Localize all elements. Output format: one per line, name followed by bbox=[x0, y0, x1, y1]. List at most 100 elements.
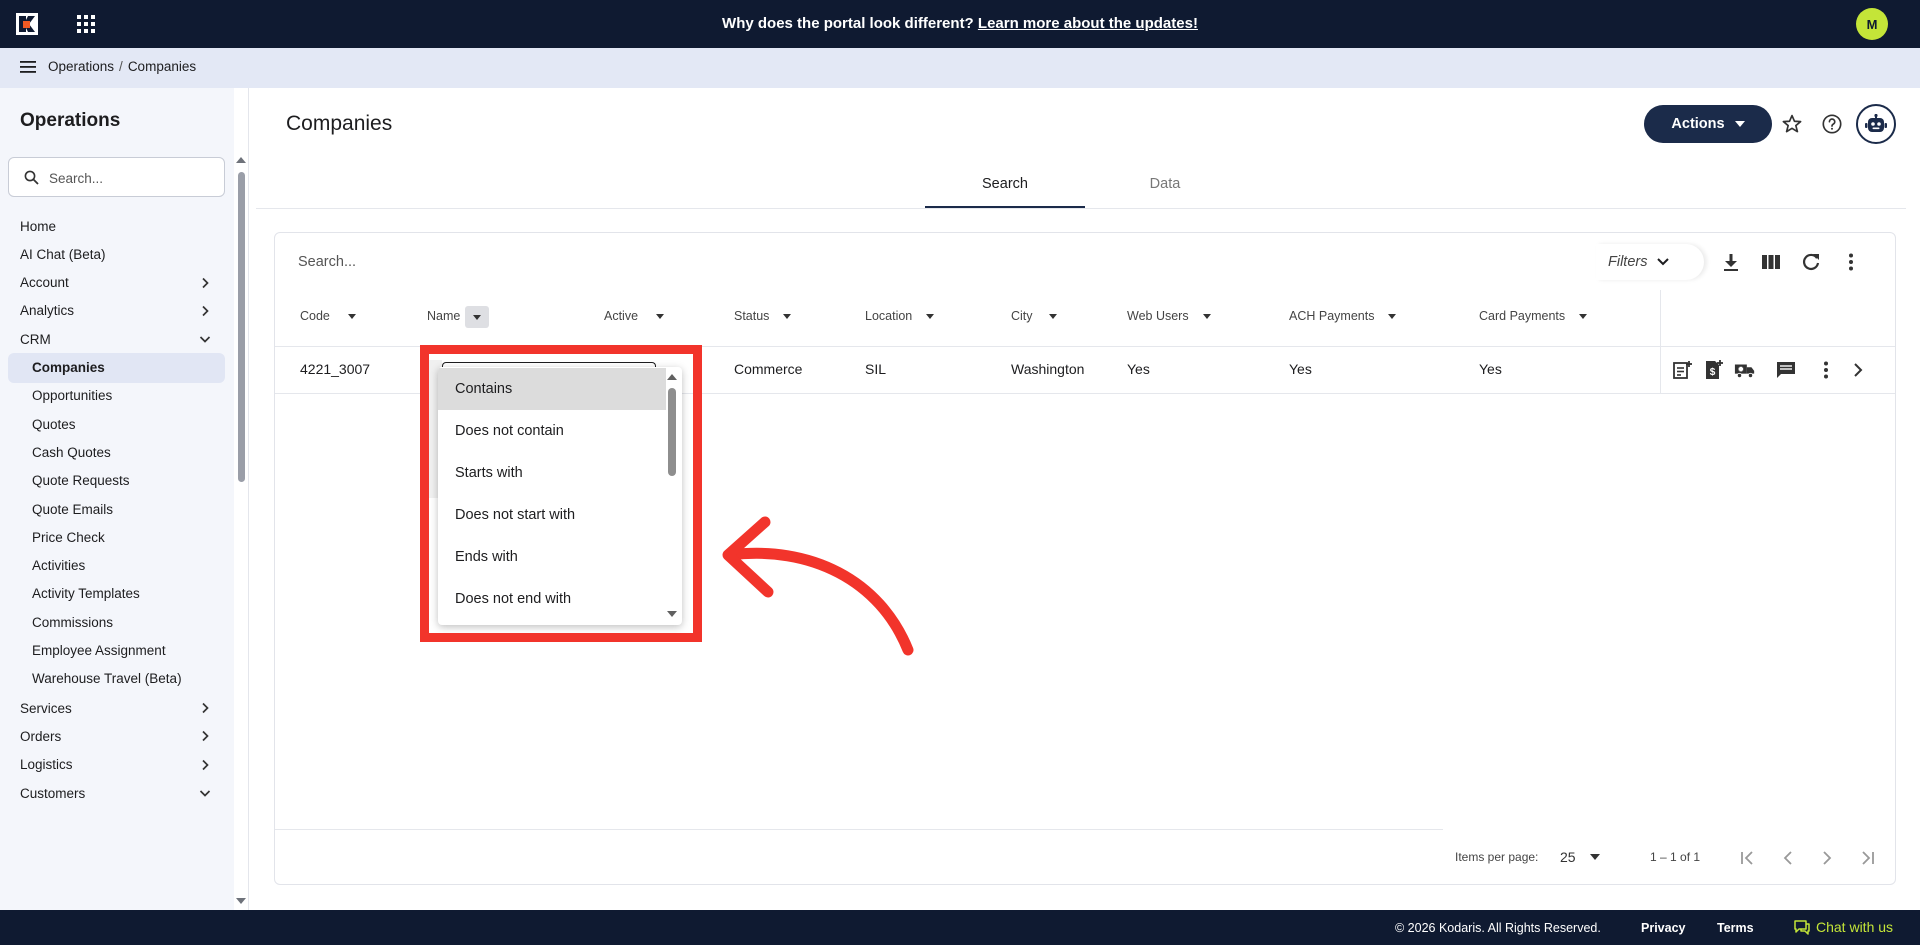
cell-location: SIL bbox=[865, 361, 887, 377]
sidebar-item-account[interactable]: Account bbox=[8, 268, 225, 298]
breadcrumb-separator: / bbox=[119, 59, 123, 74]
name-column-filter-button[interactable] bbox=[465, 306, 489, 328]
filters-label: Filters bbox=[1608, 254, 1648, 270]
previous-page-icon[interactable] bbox=[1778, 848, 1798, 868]
star-icon[interactable] bbox=[1781, 113, 1803, 135]
add-quote-icon[interactable]: $ bbox=[1702, 359, 1724, 381]
download-icon[interactable] bbox=[1720, 251, 1742, 273]
page-title: Companies bbox=[286, 112, 393, 135]
svg-text:$: $ bbox=[1710, 367, 1716, 378]
column-header-name[interactable]: Name bbox=[427, 309, 460, 323]
sidebar-item-quote-emails[interactable]: Quote Emails bbox=[8, 494, 225, 524]
sidebar-search-input[interactable] bbox=[49, 168, 214, 188]
column-header-active[interactable]: Active bbox=[604, 309, 665, 323]
sidebar-item-cash-quotes[interactable]: Cash Quotes bbox=[8, 437, 225, 467]
sidebar-scroll-up-arrow[interactable] bbox=[236, 157, 246, 163]
shipping-truck-icon[interactable] bbox=[1734, 359, 1756, 381]
copyright-text: © 2026 Kodaris. All Rights Reserved. bbox=[1395, 921, 1601, 935]
row-actions-divider bbox=[1660, 290, 1661, 394]
sidebar-item-orders[interactable]: Orders bbox=[8, 721, 225, 751]
sidebar-item-price-check[interactable]: Price Check bbox=[8, 522, 225, 552]
column-header-city[interactable]: City bbox=[1011, 309, 1057, 323]
chevron-down-icon bbox=[199, 336, 211, 343]
tabs-divider bbox=[256, 208, 1906, 209]
sidebar-title: Operations bbox=[20, 110, 121, 131]
sidebar-item-companies[interactable]: Companies bbox=[8, 352, 225, 383]
add-note-icon[interactable] bbox=[1671, 359, 1693, 381]
columns-icon[interactable] bbox=[1760, 251, 1782, 273]
sidebar-item-label: Quotes bbox=[32, 416, 76, 432]
sidebar-item-logistics[interactable]: Logistics bbox=[8, 750, 225, 780]
actions-button-label: Actions bbox=[1671, 116, 1725, 132]
last-page-icon[interactable] bbox=[1857, 848, 1877, 868]
sidebar-item-label: Orders bbox=[20, 728, 62, 744]
column-header-ach-payments[interactable]: ACH Payments bbox=[1289, 309, 1397, 323]
user-avatar[interactable]: M bbox=[1856, 8, 1888, 40]
sidebar-item-warehouse-travel-beta[interactable]: Warehouse Travel (Beta) bbox=[8, 664, 225, 694]
sidebar-item-customers[interactable]: Customers bbox=[8, 778, 225, 808]
actions-button[interactable]: Actions bbox=[1644, 105, 1772, 143]
cell-status: Commerce bbox=[734, 361, 803, 377]
caret-down-icon bbox=[1734, 121, 1745, 127]
sidebar-item-activities[interactable]: Activities bbox=[8, 551, 225, 581]
sort-caret-icon bbox=[1388, 313, 1397, 319]
first-page-icon[interactable] bbox=[1738, 848, 1758, 868]
tab-search[interactable]: Search bbox=[925, 172, 1085, 208]
sidebar-item-label: Companies bbox=[32, 360, 105, 375]
chevron-right-icon bbox=[202, 759, 209, 770]
sidebar-item-opportunities[interactable]: Opportunities bbox=[8, 381, 225, 411]
sidebar-scroll-down-arrow[interactable] bbox=[236, 898, 246, 904]
sidebar-scrollbar-thumb[interactable] bbox=[238, 172, 245, 482]
column-header-status[interactable]: Status bbox=[734, 309, 792, 323]
sidebar-item-crm[interactable]: CRM bbox=[8, 324, 225, 354]
top-bar bbox=[0, 0, 1920, 48]
chat-with-us-link[interactable]: Chat with us bbox=[1794, 919, 1893, 935]
sidebar-item-label: Activities bbox=[32, 558, 86, 574]
kodaris-logo[interactable] bbox=[16, 13, 38, 35]
column-header-location[interactable]: Location bbox=[865, 309, 935, 323]
sidebar-item-activity-templates[interactable]: Activity Templates bbox=[8, 579, 225, 609]
breadcrumb-operations[interactable]: Operations bbox=[48, 59, 114, 74]
refresh-icon[interactable] bbox=[1800, 251, 1822, 273]
sidebar-item-quote-requests[interactable]: Quote Requests bbox=[8, 466, 225, 496]
breadcrumb-companies[interactable]: Companies bbox=[128, 59, 196, 74]
ai-assistant-button[interactable] bbox=[1856, 104, 1896, 144]
sidebar-item-ai-chat-beta[interactable]: AI Chat (Beta) bbox=[8, 239, 225, 269]
sidebar-item-quotes[interactable]: Quotes bbox=[8, 409, 225, 439]
column-header-card-payments[interactable]: Card Payments bbox=[1479, 309, 1588, 323]
comment-icon[interactable] bbox=[1775, 359, 1797, 381]
column-header-web-users[interactable]: Web Users bbox=[1127, 309, 1211, 323]
hamburger-menu-icon[interactable] bbox=[20, 60, 36, 74]
help-icon[interactable] bbox=[1821, 113, 1843, 135]
sidebar-item-services[interactable]: Services bbox=[8, 693, 225, 723]
sidebar-item-label: Price Check bbox=[32, 529, 105, 545]
robot-icon bbox=[1865, 114, 1887, 132]
next-page-icon[interactable] bbox=[1817, 848, 1837, 868]
more-vertical-icon[interactable] bbox=[1840, 251, 1862, 273]
terms-link[interactable]: Terms bbox=[1717, 921, 1754, 935]
sidebar-item-analytics[interactable]: Analytics bbox=[8, 296, 225, 326]
chevron-right-icon bbox=[202, 277, 209, 288]
filters-button[interactable]: Filters bbox=[1596, 244, 1704, 280]
grid-search-input[interactable] bbox=[298, 252, 1198, 272]
column-header-code[interactable]: Code bbox=[300, 309, 356, 323]
sidebar-item-label: Cash Quotes bbox=[32, 444, 111, 460]
sidebar-item-label: Quote Requests bbox=[32, 473, 130, 489]
row-chevron-right-icon[interactable] bbox=[1847, 359, 1869, 381]
row-more-vertical-icon[interactable] bbox=[1815, 359, 1837, 381]
announcement-link[interactable]: Learn more about the updates! bbox=[978, 15, 1198, 32]
sidebar-divider bbox=[248, 88, 249, 910]
privacy-link[interactable]: Privacy bbox=[1641, 921, 1685, 935]
items-per-page-select[interactable]: 25 bbox=[1560, 849, 1600, 865]
sort-caret-icon bbox=[1048, 313, 1057, 319]
sidebar-item-home[interactable]: Home bbox=[8, 211, 225, 241]
sidebar-item-label: CRM bbox=[20, 331, 51, 347]
tab-data[interactable]: Data bbox=[1085, 172, 1245, 208]
apps-grid-icon[interactable] bbox=[76, 14, 96, 34]
column-header-label: ACH Payments bbox=[1289, 309, 1375, 323]
sidebar-item-employee-assignment[interactable]: Employee Assignment bbox=[8, 636, 225, 666]
sidebar-item-commissions[interactable]: Commissions bbox=[8, 607, 225, 637]
sort-caret-icon bbox=[347, 313, 356, 319]
sort-caret-icon bbox=[783, 313, 792, 319]
chevron-down-icon bbox=[1657, 258, 1670, 266]
